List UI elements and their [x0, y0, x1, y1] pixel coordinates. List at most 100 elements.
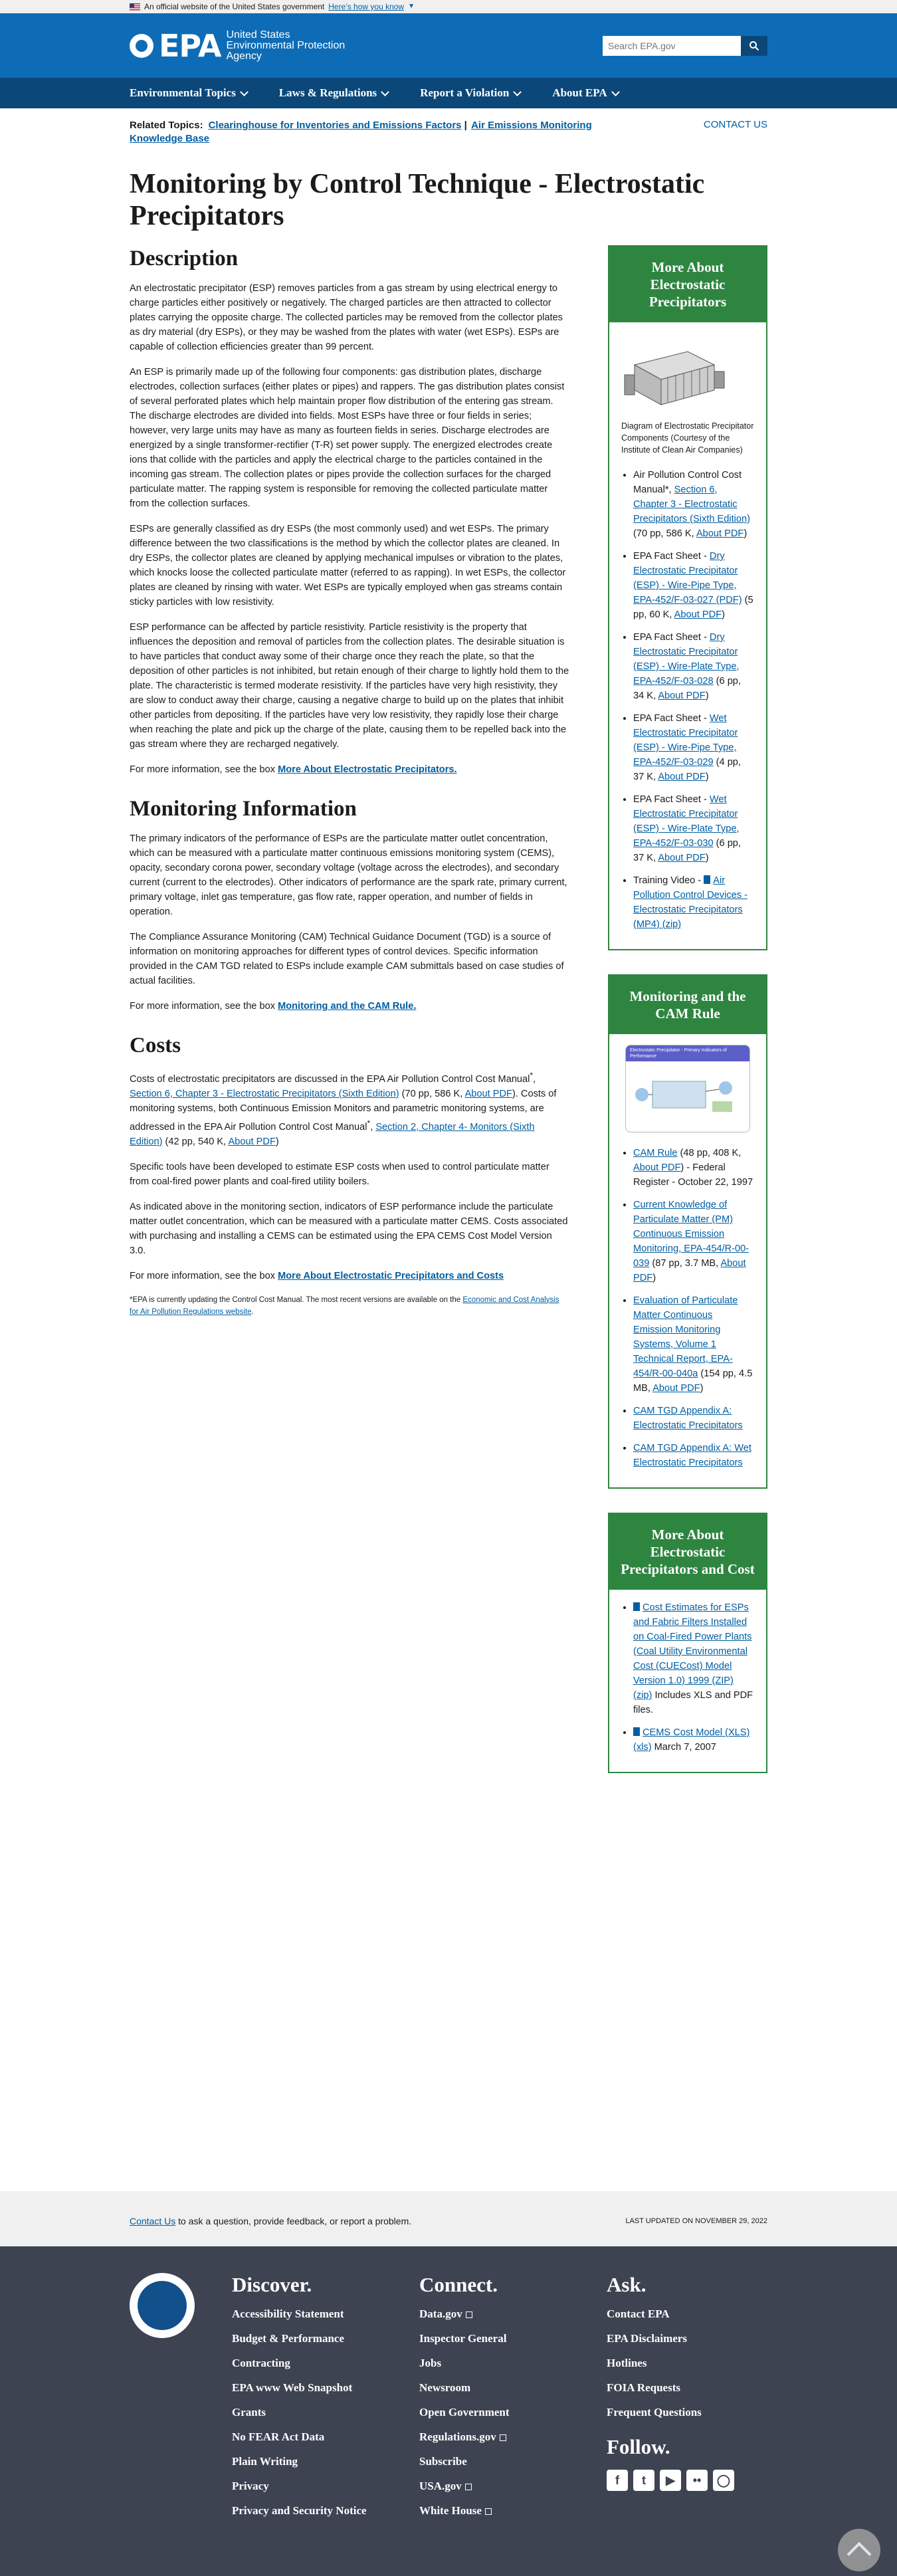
heres-how-you-know-link[interactable]: Here’s how you know [328, 0, 404, 13]
back-to-top-button[interactable] [838, 2529, 880, 2571]
footer-link[interactable]: Jobs [419, 2357, 607, 2370]
footer-link[interactable]: Accessibility Statement [232, 2308, 419, 2321]
item-text: ) [705, 691, 709, 701]
costs-paragraph: Specific tools have been developed to es… [130, 1161, 549, 1187]
footer-link[interactable]: Privacy and Security Notice [232, 2504, 419, 2518]
file-format-link[interactable]: (zip) [633, 1690, 652, 1701]
about-pdf-link[interactable]: About PDF [658, 853, 705, 863]
monitoring-heading: Monitoring Information [130, 797, 357, 821]
monitoring-section: Monitoring Information The primary indic… [130, 796, 569, 1014]
footer-heading: Follow. [607, 2435, 670, 2458]
chevron-down-icon: ▼ [408, 3, 415, 10]
monitoring-cam-link[interactable]: Monitoring and the CAM Rule. [278, 1001, 416, 1012]
epa-logo[interactable]: EPA United States Environmental Protecti… [130, 29, 359, 62]
us-flag-icon [130, 3, 140, 11]
item-text: (70 pp, 586 K, [633, 528, 696, 539]
about-pdf-link[interactable]: About PDF [652, 1383, 700, 1394]
item-text: EPA Fact Sheet - [633, 632, 710, 643]
footer-link[interactable]: EPA Disclaimers [607, 2332, 766, 2345]
more-info-prefix: For more information, see the box [130, 1001, 278, 1012]
facebook-icon[interactable]: f [607, 2470, 628, 2491]
nav-about-epa[interactable]: About EPA [552, 86, 620, 100]
footer-link[interactable]: Inspector General [419, 2332, 607, 2345]
resource-link[interactable]: CEMS Cost Model (XLS) [643, 1727, 749, 1738]
file-format-link[interactable]: (xls) [633, 1742, 652, 1753]
nav-label: About EPA [552, 86, 607, 99]
nav-environmental-topics[interactable]: Environmental Topics [130, 86, 249, 100]
about-pdf-link[interactable]: About PDF [696, 528, 744, 539]
search-button[interactable] [741, 35, 767, 56]
footer-link-label: Privacy [232, 2480, 269, 2492]
footer-link[interactable]: USA.gov [419, 2480, 607, 2493]
twitter-icon[interactable]: t [633, 2470, 654, 2491]
youtube-icon[interactable]: ▶ [660, 2470, 681, 2491]
box-title: More About Electrostatic Precipitators [609, 247, 766, 322]
footer-link[interactable]: No FEAR Act Data [232, 2430, 419, 2444]
more-about-esp-link[interactable]: More About Electrostatic Precipitators. [278, 764, 457, 775]
footer-link[interactable]: Contact EPA [607, 2308, 766, 2321]
footer-link[interactable]: Contracting [232, 2357, 419, 2370]
footer-link[interactable]: EPA www Web Snapshot [232, 2381, 419, 2395]
item-text: ) [705, 853, 709, 863]
footer-link[interactable]: Plain Writing [232, 2455, 419, 2468]
contact-us-link[interactable]: CONTACT US [704, 119, 767, 130]
footer-link[interactable]: Budget & Performance [232, 2332, 419, 2345]
more-info-text: For more information, see the box More A… [130, 1269, 569, 1283]
box-title: More About Electrostatic Precipitators a… [609, 1514, 766, 1590]
footer-link[interactable]: Hotlines [607, 2357, 766, 2370]
chevron-down-icon [513, 87, 522, 96]
epa-seal-icon [130, 2273, 195, 2338]
about-pdf-link[interactable]: About PDF [633, 1162, 680, 1173]
cam-diagram-image [635, 1081, 732, 1112]
footer-link[interactable]: White House [419, 2504, 607, 2518]
resource-link[interactable]: CAM Rule [633, 1148, 678, 1158]
footer-link-label: EPA www Web Snapshot [232, 2381, 353, 2394]
related-link-clearinghouse[interactable]: Clearinghouse for Inventories and Emissi… [209, 120, 462, 131]
external-link-icon [484, 2508, 492, 2515]
about-pdf-link[interactable]: About PDF [228, 1136, 275, 1147]
footer-ask: Ask. Contact EPA EPA Disclaimers Hotlines F… [607, 2273, 766, 2529]
footer-link-label: Budget & Performance [232, 2332, 345, 2345]
footer-link[interactable]: FOIA Requests [607, 2381, 766, 2395]
list-item: CAM TGD Appendix A: Wet Electrostatic Pr… [633, 1441, 754, 1470]
search-input[interactable] [603, 35, 741, 56]
sidebar: More About Electrostatic Precipitators D… [608, 245, 767, 1797]
about-pdf-link[interactable]: About PDF [658, 772, 705, 782]
footer-link[interactable]: Open Government [419, 2406, 607, 2419]
more-info-prefix: For more information, see the box [130, 764, 278, 775]
cam-diagram-thumbnail[interactable]: Electrostatic Precipitator - Primary Ind… [625, 1045, 750, 1132]
resource-list: Air Pollution Control Cost Manual*, Sect… [621, 468, 754, 932]
about-pdf-link[interactable]: About PDF [674, 609, 722, 620]
costs-section: Costs Costs of electrostatic precipitato… [130, 1032, 569, 1318]
nav-report-violation[interactable]: Report a Violation [420, 86, 522, 100]
resource-link[interactable]: CAM TGD Appendix A: Wet Electrostatic Pr… [633, 1443, 751, 1468]
epa-logo-icon [130, 33, 153, 58]
footer-link[interactable]: Newsroom [419, 2381, 607, 2395]
resource-link[interactable]: Evaluation of Particulate Matter Continu… [633, 1295, 738, 1379]
monitoring-cam-box: Monitoring and the CAM Rule Electrostati… [608, 974, 767, 1489]
resource-link[interactable]: Cost Estimates for ESPs and Fabric Filte… [633, 1602, 751, 1686]
footer-link[interactable]: Subscribe [419, 2455, 607, 2468]
cost-manual-section6-link[interactable]: Section 6, Chapter 3 - Electrostatic Pre… [130, 1089, 399, 1099]
footer-link-label: Open Government [419, 2406, 510, 2418]
instagram-icon[interactable]: ◯ [713, 2470, 734, 2491]
list-item: Air Pollution Control Cost Manual*, Sect… [633, 468, 754, 541]
footer-link[interactable]: Privacy [232, 2480, 419, 2493]
footer-link-label: No FEAR Act Data [232, 2430, 325, 2443]
flickr-icon[interactable]: •• [686, 2470, 708, 2491]
about-pdf-link[interactable]: About PDF [658, 691, 705, 701]
nav-label: Environmental Topics [130, 86, 236, 99]
footer-link[interactable]: Data.gov [419, 2308, 607, 2321]
item-text: ) [744, 528, 747, 539]
contact-us-footer-link[interactable]: Contact Us [130, 2216, 175, 2226]
esp-cost-box: More About Electrostatic Precipitators a… [608, 1513, 767, 1773]
more-about-esp-costs-link[interactable]: More About Electrostatic Precipitators a… [278, 1271, 504, 1281]
nav-laws-regulations[interactable]: Laws & Regulations [279, 86, 390, 100]
list-item: Current Knowledge of Particulate Matter … [633, 1198, 754, 1285]
resource-link[interactable]: CAM TGD Appendix A: Electrostatic Precip… [633, 1406, 743, 1431]
main-content: Description An electrostatic precipitato… [130, 245, 569, 1797]
footer-link[interactable]: Regulations.gov [419, 2430, 607, 2444]
footer-link[interactable]: Grants [232, 2406, 419, 2419]
about-pdf-link[interactable]: About PDF [465, 1089, 512, 1099]
footer-link[interactable]: Frequent Questions [607, 2406, 766, 2419]
